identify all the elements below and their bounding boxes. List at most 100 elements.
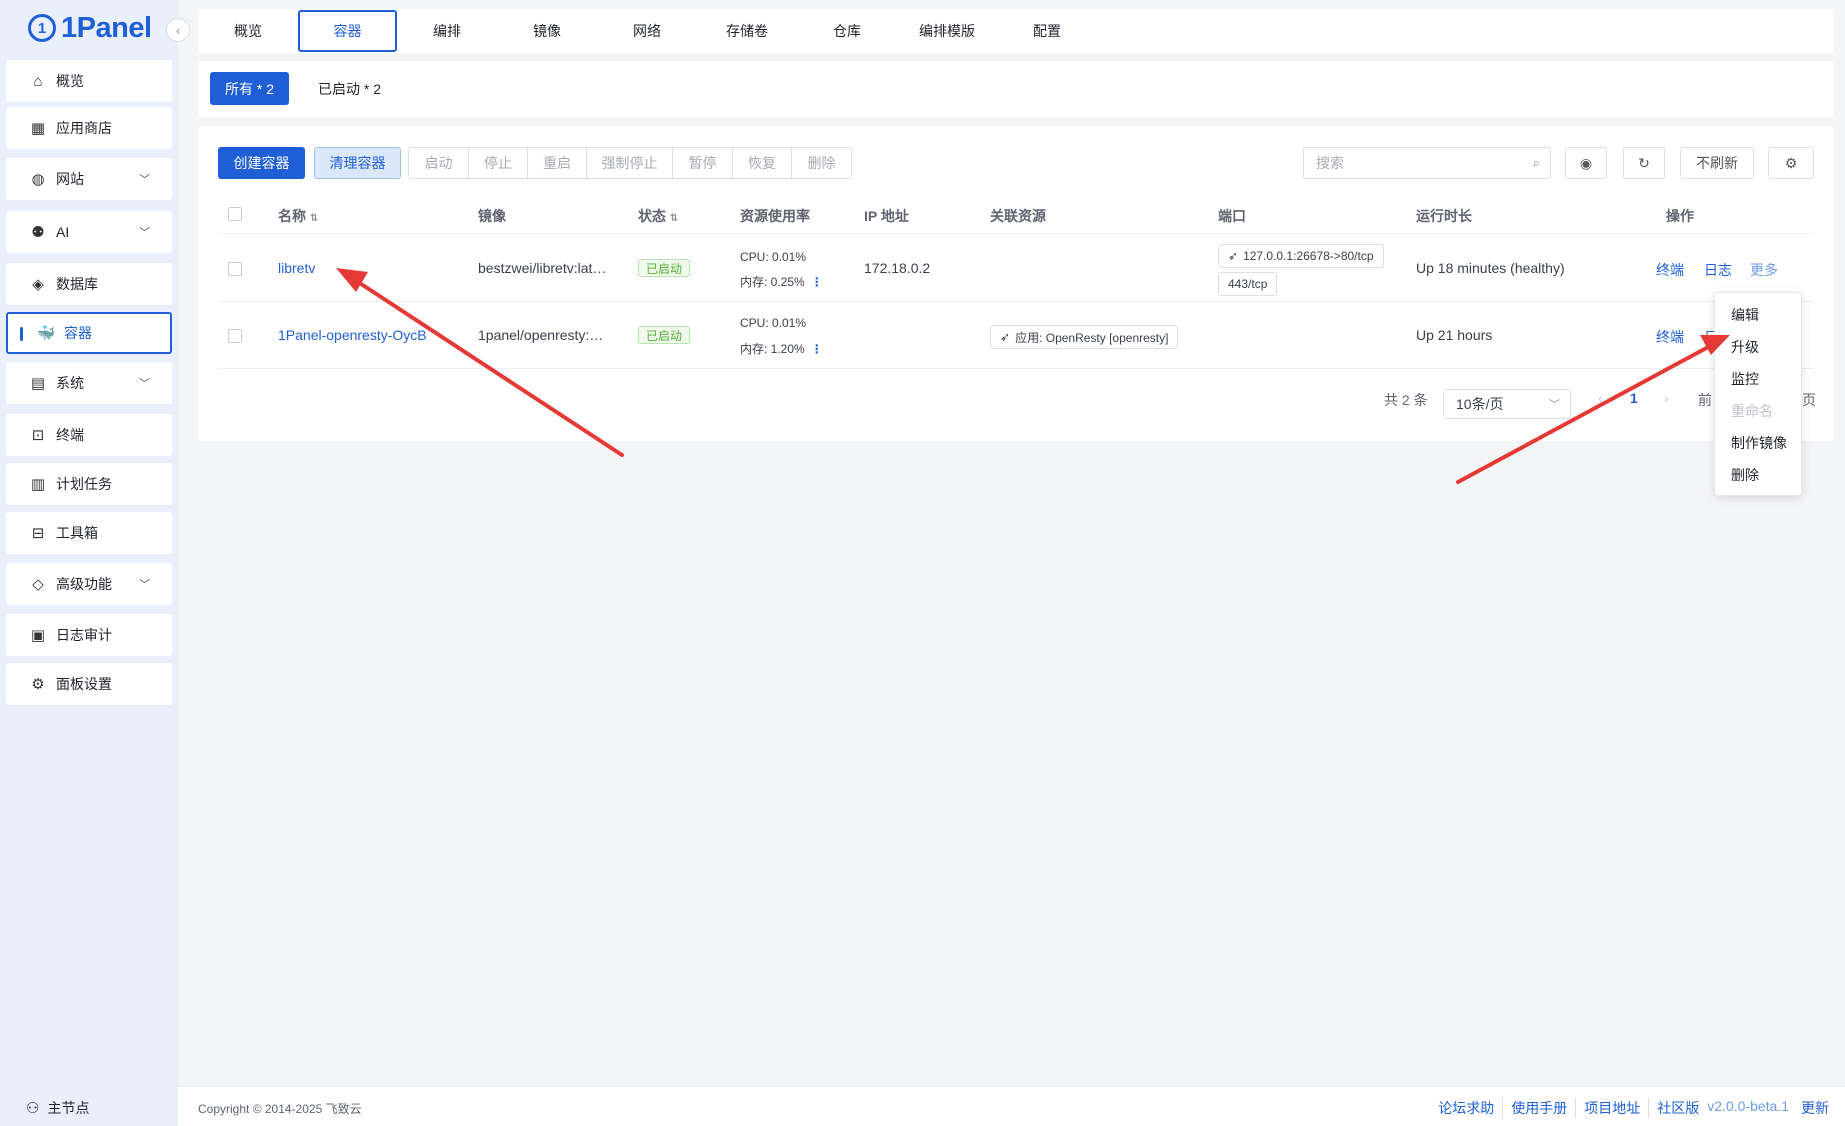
- prev-page-button[interactable]: ‹: [1598, 390, 1603, 406]
- menu-item-delete[interactable]: 删除: [1731, 465, 1759, 485]
- sidebar-item-database[interactable]: ◈ 数据库: [6, 263, 172, 305]
- sidebar-item-terminal[interactable]: ⊡ 终端: [6, 414, 172, 456]
- sidebar-collapse-button[interactable]: ‹: [166, 18, 190, 42]
- mem-usage-text: 内存: 0.25%: [740, 275, 805, 289]
- more-vertical-icon[interactable]: ⋮: [811, 342, 823, 356]
- sidebar-item-log-audit[interactable]: ▣ 日志审计: [6, 614, 172, 656]
- more-action[interactable]: 更多: [1750, 260, 1778, 280]
- restart-button[interactable]: 重启: [528, 148, 587, 178]
- sidebar-item-system[interactable]: ▤ 系统 ﹀: [6, 362, 172, 404]
- tab-container[interactable]: 容器: [298, 10, 397, 52]
- terminal-action[interactable]: 终端: [1656, 260, 1684, 280]
- node-selector[interactable]: ⚇ 主节点: [26, 1098, 89, 1118]
- column-status[interactable]: 状态 ⇅: [638, 206, 678, 226]
- sidebar-item-label: 网站: [56, 171, 84, 187]
- sidebar-item-toolbox[interactable]: ⊟ 工具箱: [6, 512, 172, 554]
- logo: 1 1Panel: [0, 0, 178, 56]
- sidebar-item-label: 应用商店: [56, 120, 112, 136]
- sidebar: 1 1Panel ⌂ 概览 ▦ 应用商店 ◍ 网站 ﹀ ⚉ AI ﹀ ◈ 数据库 🐳 容器 …: [0, 0, 178, 1126]
- container-name-link[interactable]: 1Panel-openresty-OycB: [278, 327, 427, 343]
- view-toggle-button[interactable]: ◉: [1565, 147, 1607, 179]
- refresh-interval-select[interactable]: 不刷新: [1680, 147, 1754, 179]
- page-number[interactable]: 1: [1630, 390, 1638, 406]
- container-image: bestzwei/libretv:lat…: [478, 260, 607, 276]
- footer-edition[interactable]: 社区版: [1649, 1098, 1707, 1118]
- more-vertical-icon[interactable]: ⋮: [811, 275, 823, 289]
- stop-button[interactable]: 停止: [469, 148, 528, 178]
- column-settings-button[interactable]: ⚙: [1768, 147, 1814, 179]
- log-action[interactable]: 日志: [1704, 260, 1732, 280]
- menu-item-upgrade[interactable]: 升级: [1731, 337, 1759, 357]
- update-link[interactable]: 更新: [1797, 1098, 1837, 1118]
- menu-item-monitor[interactable]: 监控: [1731, 369, 1759, 389]
- layers-icon: ◈: [32, 276, 44, 293]
- container-tabs: 概览 容器 编排 镜像 网络 存储卷 仓库 编排模版 配置: [198, 9, 1834, 53]
- start-button[interactable]: 启动: [409, 148, 469, 178]
- sidebar-item-ai[interactable]: ⚉ AI ﹀: [6, 211, 172, 253]
- chevron-down-icon: ﹀: [1549, 399, 1560, 411]
- tab-compose[interactable]: 编排: [397, 9, 497, 53]
- sidebar-item-overview[interactable]: ⌂ 概览: [6, 60, 172, 102]
- tab-overview[interactable]: 概览: [198, 9, 298, 53]
- sidebar-item-cron[interactable]: ▥ 计划任务: [6, 463, 172, 505]
- clean-container-button[interactable]: 清理容器: [314, 147, 401, 179]
- port-tag[interactable]: ➶ 127.0.0.1:26678->80/tcp: [1218, 244, 1384, 268]
- row-checkbox[interactable]: [228, 262, 242, 276]
- column-ip: IP 地址: [864, 208, 909, 224]
- cpu-usage: CPU: 0.01%: [740, 250, 807, 264]
- terminal-action[interactable]: 终端: [1656, 327, 1684, 347]
- tab-image[interactable]: 镜像: [497, 9, 597, 53]
- calendar-icon: ▥: [30, 476, 46, 493]
- filter-running[interactable]: 已启动 * 2: [303, 72, 396, 105]
- tab-compose-template[interactable]: 编排模版: [897, 9, 997, 53]
- sidebar-item-appstore[interactable]: ▦ 应用商店: [6, 107, 172, 149]
- diamond-icon: ◇: [32, 576, 44, 593]
- refresh-button[interactable]: ↻: [1623, 147, 1665, 179]
- sidebar-item-advanced[interactable]: ◇ 高级功能 ﹀: [6, 563, 172, 605]
- select-all-checkbox[interactable]: [228, 207, 242, 221]
- sidebar-item-label: 容器: [64, 325, 92, 341]
- sidebar-item-website[interactable]: ◍ 网站 ﹀: [6, 158, 172, 200]
- footer-link-forum[interactable]: 论坛求助: [1430, 1098, 1504, 1118]
- footer-link-manual[interactable]: 使用手册: [1503, 1098, 1577, 1118]
- sidebar-item-label: 数据库: [56, 276, 98, 292]
- menu-item-edit[interactable]: 编辑: [1731, 305, 1759, 325]
- related-resource-tag[interactable]: ➶ 应用: OpenResty [openresty]: [990, 325, 1179, 349]
- sidebar-item-label: 面板设置: [56, 676, 112, 692]
- goto-suffix: 页: [1802, 392, 1816, 408]
- container-name-link[interactable]: libretv: [278, 260, 315, 276]
- resume-button[interactable]: 恢复: [733, 148, 792, 178]
- menu-item-commit-image[interactable]: 制作镜像: [1731, 433, 1787, 453]
- status-badge: 已启动: [638, 259, 691, 277]
- force-stop-button[interactable]: 强制停止: [587, 148, 673, 178]
- home-icon: ⌂: [33, 72, 43, 90]
- page-size-select[interactable]: 10条/页 ﹀: [1443, 389, 1571, 419]
- user-icon: ⚇: [26, 1100, 40, 1117]
- port-text: 127.0.0.1:26678->80/tcp: [1243, 249, 1374, 263]
- table-row: libretv bestzwei/libretv:lat… 已启动 CPU: 0…: [218, 235, 1814, 302]
- sidebar-item-label: AI: [56, 224, 70, 240]
- create-container-button[interactable]: 创建容器: [218, 147, 305, 179]
- tab-repo[interactable]: 仓库: [797, 9, 897, 53]
- mem-usage: 内存: 1.20% ⋮: [740, 340, 823, 357]
- sidebar-item-container[interactable]: 🐳 容器: [6, 312, 172, 354]
- column-name[interactable]: 名称 ⇅: [278, 206, 318, 226]
- tab-config[interactable]: 配置: [997, 9, 1097, 53]
- sidebar-item-settings[interactable]: ⚙ 面板设置: [6, 663, 172, 705]
- search-input[interactable]: 搜索 ⌕: [1303, 147, 1551, 179]
- row-checkbox[interactable]: [228, 329, 242, 343]
- docker-icon: 🐳: [36, 325, 56, 342]
- mem-usage-text: 内存: 1.20%: [740, 342, 805, 356]
- next-page-button[interactable]: ›: [1664, 390, 1669, 406]
- chevron-down-icon: ﹀: [139, 579, 150, 591]
- toolbox-icon: ⊟: [31, 525, 45, 542]
- tab-volume[interactable]: 存储卷: [697, 9, 797, 53]
- port-tag: 443/tcp: [1218, 272, 1278, 296]
- ip-address: 172.18.0.2: [864, 260, 931, 276]
- tab-network[interactable]: 网络: [597, 9, 697, 53]
- footer-link-project[interactable]: 项目地址: [1576, 1098, 1650, 1118]
- delete-button[interactable]: 删除: [792, 148, 851, 178]
- filter-all[interactable]: 所有 * 2: [210, 72, 290, 105]
- pause-button[interactable]: 暂停: [673, 148, 733, 178]
- node-label: 主节点: [47, 1100, 90, 1116]
